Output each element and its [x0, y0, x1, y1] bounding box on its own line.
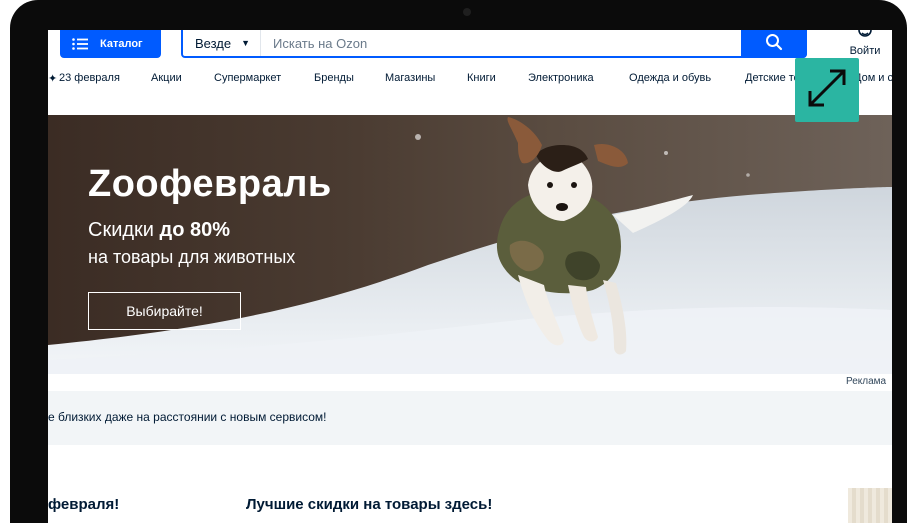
- menu-lines-icon: [72, 38, 88, 50]
- search-scope-label: Везде: [195, 35, 232, 51]
- search-scope-select[interactable]: Везде ▼: [183, 30, 262, 56]
- magnifier-icon: [765, 33, 783, 56]
- nav-item-supermarket[interactable]: Супермаркет: [214, 72, 281, 84]
- banner-subtitle-prefix: Скидки: [88, 219, 160, 241]
- browser-screen: Каталог Везде ▼ Искать на Ozon Войти ✦ 2…: [48, 30, 892, 523]
- ad-label: Реклама: [846, 376, 887, 387]
- nav-item-books[interactable]: Книги: [467, 72, 496, 84]
- nav-item-home[interactable]: Дом и сад: [854, 72, 892, 84]
- search-button[interactable]: [741, 30, 807, 58]
- expand-button[interactable]: [795, 58, 859, 122]
- info-text: е близких даже на расстоянии с новым сер…: [48, 410, 327, 424]
- diagonal-expand-arrows-icon: [802, 63, 852, 118]
- category-nav: ✦ 23 февраля Акции Супермаркет Бренды Ма…: [48, 72, 892, 88]
- nav-item-23-february[interactable]: 23 февраля: [59, 72, 120, 84]
- banner-subtitle-line2: на товары для животных: [88, 247, 296, 267]
- promo-banner[interactable]: Zooфевраль Скидки до 80% на товары для ж…: [48, 115, 892, 374]
- info-strip[interactable]: е близких даже на расстоянии с новым сер…: [48, 391, 892, 445]
- nav-item-brands[interactable]: Бренды: [314, 72, 354, 84]
- nav-item-electronics[interactable]: Электроника: [528, 72, 594, 84]
- nav-star-icon: ✦: [48, 73, 58, 85]
- nav-item-promotions[interactable]: Акции: [151, 72, 182, 84]
- search-input[interactable]: [261, 31, 726, 55]
- camera-dot: [463, 8, 471, 16]
- nav-item-stores[interactable]: Магазины: [385, 72, 435, 84]
- section-title-february: февраля!: [48, 496, 120, 513]
- banner-subtitle: Скидки до 80%: [88, 219, 230, 242]
- laptop-bezel: Каталог Везде ▼ Искать на Ozon Войти ✦ 2…: [10, 0, 907, 523]
- search-bar: Везде ▼: [181, 30, 807, 58]
- banner-title: Zooфевраль: [88, 163, 332, 205]
- catalog-button[interactable]: Каталог: [60, 30, 161, 58]
- nav-item-clothing[interactable]: Одежда и обувь: [629, 72, 711, 84]
- section-title-best-deals: Лучшие скидки на товары здесь!: [246, 496, 493, 513]
- login-label: Войти: [849, 45, 881, 57]
- choose-button[interactable]: Выбирайте!: [88, 292, 241, 330]
- product-thumbnail[interactable]: [848, 488, 892, 523]
- banner-subtitle-discount: до 80%: [159, 219, 231, 241]
- login-button[interactable]: Войти: [838, 30, 892, 60]
- smiley-icon: [838, 30, 892, 45]
- catalog-label: Каталог: [100, 38, 143, 50]
- banner-photo: [48, 117, 892, 374]
- caret-down-icon: ▼: [241, 38, 251, 48]
